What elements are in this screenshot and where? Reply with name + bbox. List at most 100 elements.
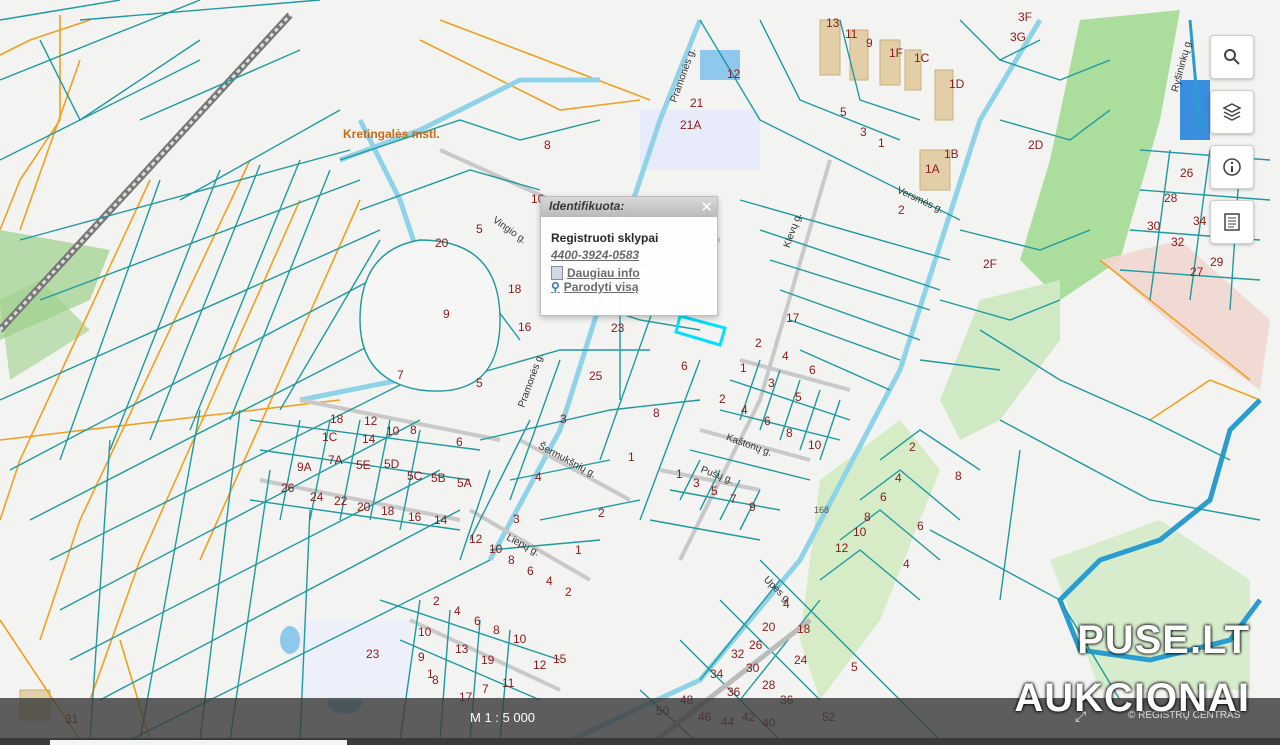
parcel-label: 3	[560, 412, 567, 426]
parcel-label: 8	[410, 423, 417, 437]
parcel-label: 4	[741, 403, 748, 417]
parcel-label: 6	[880, 490, 887, 504]
parcel-label: 5	[840, 105, 847, 119]
parcel-label: 4	[903, 557, 910, 571]
parcel-label: 2	[898, 203, 905, 217]
parcel-label: 2F	[983, 257, 998, 271]
parcel-label: 5	[476, 222, 483, 236]
parcel-label: 4	[535, 470, 542, 484]
parcel-label: 6	[474, 614, 481, 628]
parcel-label: 13	[455, 642, 469, 656]
parcel-label: 28	[1164, 191, 1178, 205]
road-number-label: 168	[814, 505, 829, 515]
parcel-label: 3	[693, 476, 700, 490]
parcel-label: 4	[783, 597, 790, 611]
layers-icon	[1222, 103, 1242, 121]
parcel-label: 9A	[297, 460, 312, 474]
watermark-line1: PUSE.LT	[1077, 618, 1250, 662]
parcel-label: 18	[330, 412, 344, 426]
map-scale: M 1 : 5 000	[470, 710, 536, 725]
parcel-label: 10	[853, 525, 867, 539]
parcel-label: 7	[482, 682, 489, 696]
parcel-label: 8	[653, 406, 660, 420]
parcel-label: 26	[749, 638, 763, 652]
info-button[interactable]	[1210, 145, 1254, 189]
close-icon[interactable]: ✕	[700, 198, 713, 216]
show-all-link[interactable]: ⚲ Parodyti visą	[551, 280, 707, 294]
parcel-label: 6	[456, 435, 463, 449]
watermark-line2: AUKCIONAI	[1014, 676, 1250, 720]
parcel-label: 5E	[356, 458, 371, 472]
parcel-label: 10	[513, 632, 527, 646]
parcel-label: 4	[895, 471, 902, 485]
parcel-label: 16	[408, 510, 422, 524]
search-button[interactable]	[1210, 35, 1254, 79]
parcel-label: 21A	[680, 118, 702, 132]
parcel-label: 14	[362, 432, 376, 446]
parcel-label: 1	[740, 361, 747, 375]
parcel-label: 2D	[1028, 138, 1044, 152]
parcel-label: 6	[809, 363, 816, 377]
parcel-label: 7A	[328, 453, 343, 467]
parcel-label: 5	[795, 390, 802, 404]
list-icon	[1224, 213, 1240, 231]
parcel-label: 5A	[457, 476, 472, 490]
water-area	[280, 626, 300, 654]
parcel-label: 3	[513, 512, 520, 526]
parcel-label: 24	[310, 490, 324, 504]
parcel-label: 7	[730, 492, 737, 506]
parcel-label: 20	[435, 236, 449, 250]
parcel-label: 23	[611, 321, 625, 335]
parcel-label: 10	[386, 424, 400, 438]
parcel-label: 32	[731, 647, 745, 661]
parcel-label: 9	[418, 650, 425, 664]
parcel-label: 9	[749, 500, 756, 514]
parcel-label: 34	[710, 667, 724, 681]
parcel-label: 5D	[384, 457, 400, 471]
parcel-label: 1A	[925, 162, 940, 176]
parcel-label: 24	[794, 653, 808, 667]
parcel-label: 1C	[322, 430, 338, 444]
parcel-label: 4	[454, 604, 461, 618]
parcel-label: 26	[1180, 166, 1194, 180]
parcel-label: 8	[493, 623, 500, 637]
parcel-label: 36	[727, 685, 741, 699]
parcel-label: 1B	[944, 147, 959, 161]
parcel-label: 22	[334, 494, 348, 508]
parcel-label: 10	[418, 625, 432, 639]
parcel-label: 5C	[407, 469, 423, 483]
parcel-label: 12	[835, 541, 849, 555]
parcel-label: 1F	[889, 46, 904, 60]
parcel-label: 21	[690, 96, 704, 110]
parcel-label: 12	[533, 658, 547, 672]
parcel-label: 1D	[949, 77, 965, 91]
parcel-label: 3G	[1010, 30, 1027, 44]
document-icon	[551, 266, 563, 280]
video-progress-fill	[50, 740, 347, 745]
list-button[interactable]	[1210, 200, 1254, 244]
parcel-label: 2	[909, 440, 916, 454]
search-icon	[1224, 49, 1240, 65]
parcel-label: 29	[1210, 255, 1224, 269]
more-info-link[interactable]: Daugiau info	[551, 266, 707, 280]
parcel-label: 4	[546, 574, 553, 588]
parcel-label: 1	[575, 543, 582, 557]
parcel-label: 26	[281, 481, 295, 495]
parcel-label: 28	[762, 678, 776, 692]
parcel-label: 30	[1147, 219, 1161, 233]
parcel-label: 8	[955, 469, 962, 483]
parcel-label: 9	[866, 36, 873, 50]
parcel-label: 18	[381, 504, 395, 518]
parcel-label: 3F	[1018, 10, 1033, 24]
parcel-label: 4	[782, 349, 789, 363]
parcel-label: 1	[427, 667, 434, 681]
parcel-id-link[interactable]: 4400-3924-0583	[551, 248, 707, 262]
layers-button[interactable]	[1210, 90, 1254, 134]
parcel-label: 3	[860, 125, 867, 139]
parcel-label: 18	[508, 282, 522, 296]
parcel-label: 5B	[431, 471, 446, 485]
parcel-label: 6	[527, 564, 534, 578]
parcel-label: 16	[518, 320, 532, 334]
parcel-label: 18	[797, 622, 811, 636]
parcel-label: 12	[469, 532, 483, 546]
